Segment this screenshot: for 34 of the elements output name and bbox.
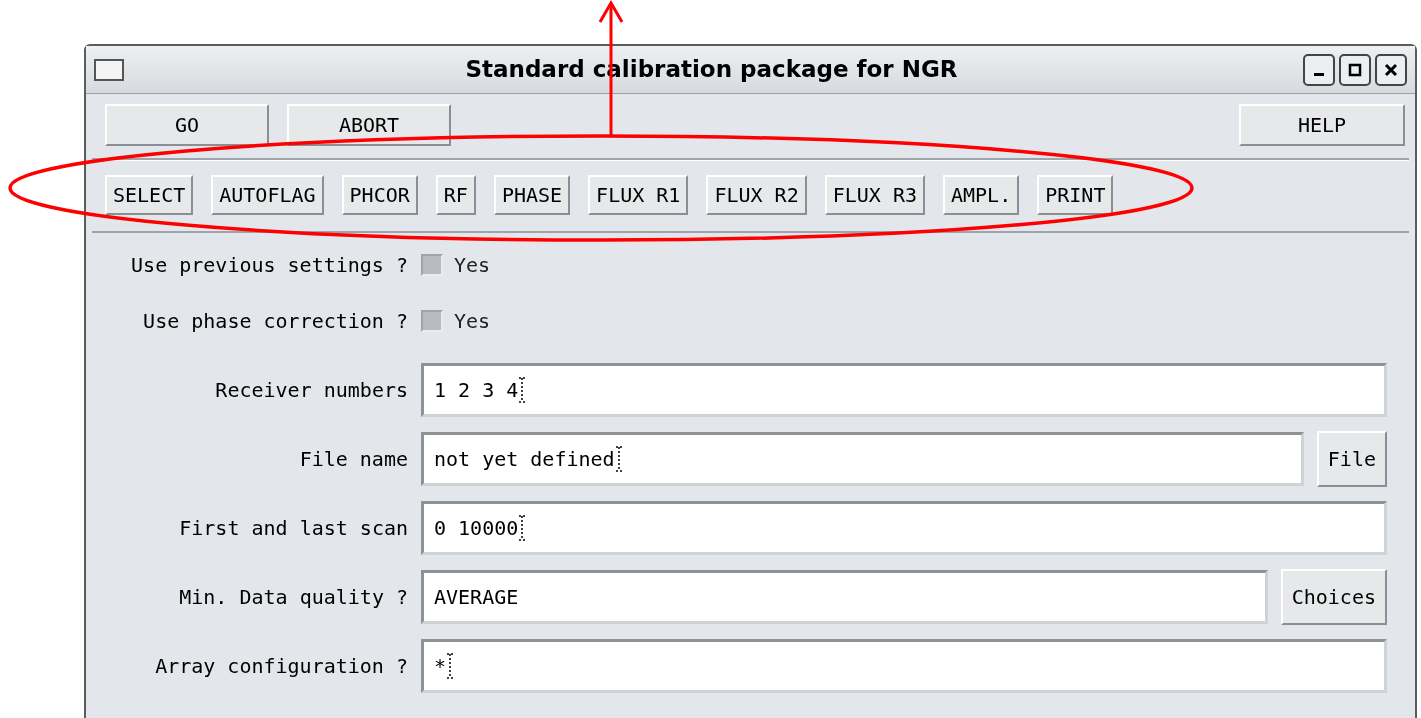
checkbox-label: Yes [454, 252, 491, 279]
minimize-button[interactable] [1303, 53, 1335, 86]
text-field[interactable]: * [421, 639, 1387, 693]
action-button[interactable]: GO [105, 104, 269, 146]
step-button[interactable]: PRINT [1037, 175, 1114, 215]
step-button[interactable]: RF [435, 175, 476, 215]
window-menu-icon[interactable] [94, 58, 124, 81]
close-button[interactable] [1375, 53, 1407, 86]
text-field[interactable]: AVERAGE [421, 570, 1268, 624]
field-button[interactable]: File [1316, 431, 1387, 487]
checkbox-label: Yes [454, 308, 491, 335]
step-button[interactable]: FLUX R1 [588, 175, 689, 215]
field-button[interactable]: Choices [1280, 569, 1387, 625]
text-field[interactable]: 0 10000 [421, 501, 1387, 555]
step-button[interactable]: PHASE [493, 175, 571, 215]
field-label: Use phase correction ? [142, 308, 408, 335]
step-button[interactable]: AUTOFLAG [211, 175, 324, 215]
step-button[interactable]: SELECT [105, 175, 194, 215]
step-button[interactable]: FLUX R3 [824, 175, 925, 215]
field-label: First and last scan [178, 515, 408, 542]
field-label: Receiver numbers [214, 377, 408, 404]
maximize-button[interactable] [1339, 53, 1371, 86]
minimize-icon [1314, 72, 1324, 76]
step-button[interactable]: PHCOR [341, 175, 418, 215]
field-label: File name [298, 446, 408, 473]
text-field[interactable]: not yet defined [421, 432, 1304, 486]
help-button[interactable]: HELP [1239, 104, 1405, 146]
field-label: Use previous settings ? [130, 252, 408, 279]
step-button[interactable]: FLUX R2 [706, 175, 807, 215]
field-label: Min. Data quality ? [178, 584, 408, 611]
action-button[interactable]: ABORT [287, 104, 451, 146]
step-button[interactable]: AMPL. [943, 175, 1020, 215]
field-label: Array configuration ? [154, 653, 408, 680]
text-field[interactable]: 1 2 3 4 [421, 363, 1387, 417]
